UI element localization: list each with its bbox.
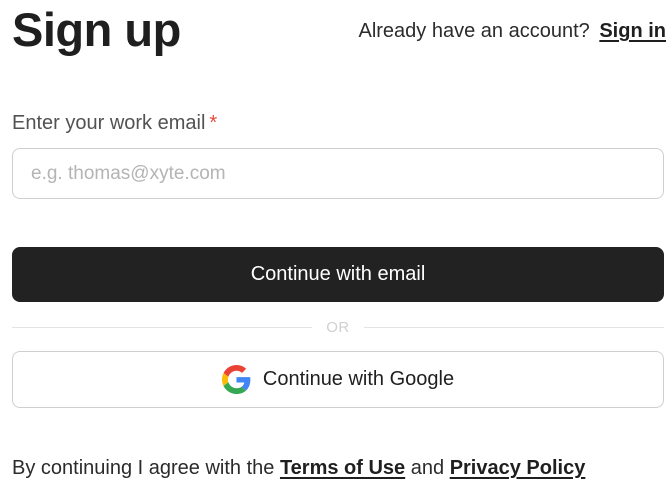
continue-with-email-button[interactable]: Continue with email xyxy=(12,247,664,302)
continue-with-google-button[interactable]: Continue with Google xyxy=(12,351,664,408)
divider-line-left xyxy=(12,326,313,328)
terms-notice: By continuing I agree with the Terms of … xyxy=(12,455,585,481)
google-button-label: Continue with Google xyxy=(262,368,455,390)
divider-line-right xyxy=(363,326,664,328)
or-divider: OR xyxy=(12,315,664,339)
google-logo-icon xyxy=(221,365,251,394)
email-input[interactable] xyxy=(12,148,664,199)
already-have-account-text: Already have an account? xyxy=(358,20,590,42)
sign-in-link[interactable]: Sign in xyxy=(599,20,666,42)
signin-prompt: Already have an account? Sign in xyxy=(358,18,666,44)
email-label-text: Enter your work email xyxy=(12,112,206,134)
terms-conjunction: and xyxy=(410,457,445,479)
google-logo-red xyxy=(223,365,247,377)
terms-prefix: By continuing I agree with the xyxy=(12,457,275,479)
google-logo-green xyxy=(223,382,246,394)
header: Sign up Already have an account? Sign in xyxy=(12,0,666,64)
page-title: Sign up xyxy=(12,3,181,56)
required-indicator: * xyxy=(209,112,218,134)
divider-label: OR xyxy=(326,318,350,336)
privacy-policy-link[interactable]: Privacy Policy xyxy=(450,457,586,479)
email-label: Enter your work email * xyxy=(12,110,217,136)
terms-of-use-link[interactable]: Terms of Use xyxy=(280,457,405,479)
